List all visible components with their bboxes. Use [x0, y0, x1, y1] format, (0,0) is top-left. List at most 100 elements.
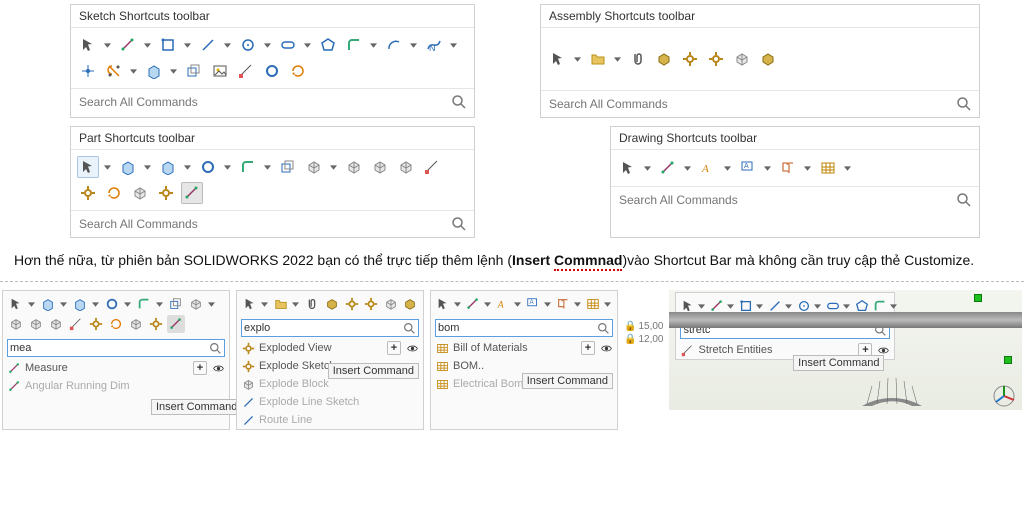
dropdown-caret[interactable]	[369, 34, 377, 56]
tables-tool[interactable]	[817, 157, 839, 179]
add-command-button[interactable]: +	[581, 341, 595, 355]
tables-tool[interactable]	[585, 295, 602, 313]
view-tool[interactable]	[555, 295, 572, 313]
mate-tool[interactable]	[627, 48, 649, 70]
line-tool[interactable]	[197, 34, 219, 56]
circle-tool[interactable]	[237, 34, 259, 56]
search-input[interactable]	[77, 89, 450, 115]
measure-tool[interactable]	[181, 182, 203, 204]
dropdown-caret[interactable]	[103, 156, 111, 178]
reference-geometry-tool[interactable]	[303, 156, 325, 178]
offset-entities-tool[interactable]	[183, 60, 205, 82]
smart-dimension-tool[interactable]	[657, 157, 679, 179]
eye-icon[interactable]	[599, 341, 613, 355]
dropdown-caret[interactable]	[143, 156, 151, 178]
dropdown-caret[interactable]	[303, 34, 311, 56]
sketch-handle[interactable]	[974, 294, 982, 302]
smart-dimension-tool[interactable]	[117, 34, 139, 56]
rib-tool[interactable]	[421, 156, 443, 178]
appearance-tool[interactable]	[87, 315, 105, 333]
search-input[interactable]	[244, 321, 402, 335]
modeling-viewport[interactable]: Stretch Entities + Insert Command	[669, 290, 1022, 410]
dropdown-caret[interactable]	[223, 34, 231, 56]
dropdown-caret[interactable]	[123, 295, 131, 313]
asm-feat-tool[interactable]	[402, 295, 420, 313]
note-tool[interactable]	[525, 295, 542, 313]
dropdown-caret[interactable]	[91, 295, 99, 313]
config-tool[interactable]	[147, 315, 165, 333]
sketch-picture-tool[interactable]	[209, 60, 231, 82]
dropdown-caret[interactable]	[207, 295, 215, 313]
material-tool[interactable]	[127, 315, 145, 333]
search-icon[interactable]	[402, 321, 416, 335]
dropdown-caret[interactable]	[129, 60, 137, 82]
edit-comp-tool[interactable]	[323, 295, 341, 313]
dropdown-caret[interactable]	[803, 157, 811, 179]
dropdown-caret[interactable]	[183, 156, 191, 178]
annotation-tool[interactable]	[495, 295, 512, 313]
convert-entities-tool[interactable]	[287, 60, 309, 82]
config-tool[interactable]	[155, 182, 177, 204]
search-input[interactable]	[438, 321, 596, 335]
edit-material-tool[interactable]	[129, 182, 151, 204]
rebuild-tool[interactable]	[103, 182, 125, 204]
drawing-view-tool[interactable]	[777, 157, 799, 179]
extrude-cut-tool[interactable]	[157, 156, 179, 178]
add-command-button[interactable]: +	[387, 341, 401, 355]
mate-tool[interactable]	[304, 295, 322, 313]
rectangle-tool[interactable]	[157, 34, 179, 56]
add-command-button[interactable]: +	[193, 361, 207, 375]
search-input[interactable]	[10, 341, 208, 355]
search-icon[interactable]	[450, 93, 468, 111]
note-tool[interactable]	[737, 157, 759, 179]
move-comp-tool[interactable]	[343, 295, 361, 313]
dropdown-caret[interactable]	[223, 156, 231, 178]
search-icon[interactable]	[596, 321, 610, 335]
search-icon[interactable]	[450, 215, 468, 233]
measure-tool[interactable]	[167, 315, 185, 333]
dropdown-caret[interactable]	[544, 295, 551, 313]
extrude-tool[interactable]	[39, 295, 57, 313]
model-items-tool[interactable]	[697, 157, 719, 179]
dropdown-caret[interactable]	[155, 295, 163, 313]
trim-tool[interactable]	[103, 60, 125, 82]
search-input[interactable]	[617, 187, 955, 213]
cut-tool[interactable]	[71, 295, 89, 313]
rebuild-tool[interactable]	[107, 315, 125, 333]
edit-component-tool[interactable]	[653, 48, 675, 70]
select-tool[interactable]	[435, 295, 452, 313]
spline-tool[interactable]	[423, 34, 445, 56]
extrude-boss-tool[interactable]	[117, 156, 139, 178]
dropdown-caret[interactable]	[169, 60, 177, 82]
shell-tool[interactable]	[395, 156, 417, 178]
orientation-triad[interactable]	[992, 384, 1016, 408]
dropdown-caret[interactable]	[292, 295, 300, 313]
rotate-comp-tool[interactable]	[362, 295, 380, 313]
insert-comp-tool[interactable]	[272, 295, 290, 313]
dropdown-caret[interactable]	[573, 48, 581, 70]
dropdown-caret[interactable]	[59, 295, 67, 313]
fillet-tool[interactable]	[237, 156, 259, 178]
eye-icon[interactable]	[405, 341, 419, 355]
search-icon[interactable]	[955, 95, 973, 113]
select-tool[interactable]	[7, 295, 25, 313]
polygon-tool[interactable]	[317, 34, 339, 56]
hole-wizard-tool[interactable]	[197, 156, 219, 178]
hidden-comp-tool[interactable]	[382, 295, 400, 313]
assembly-features-tool[interactable]	[757, 48, 779, 70]
rib-tool[interactable]	[67, 315, 85, 333]
mirror-tool[interactable]	[27, 315, 45, 333]
dropdown-caret[interactable]	[27, 295, 35, 313]
dropdown-caret[interactable]	[409, 34, 417, 56]
dropdown-caret[interactable]	[484, 295, 491, 313]
sketch-fillet-tool[interactable]	[343, 34, 365, 56]
dropdown-caret[interactable]	[604, 295, 611, 313]
search-icon[interactable]	[208, 341, 222, 355]
suggestion-row[interactable]: Exploded View +	[237, 339, 423, 357]
point-tool[interactable]	[77, 60, 99, 82]
dropdown-caret[interactable]	[263, 156, 271, 178]
dropdown-caret[interactable]	[143, 34, 151, 56]
sketch-handle[interactable]	[1004, 356, 1012, 364]
ellipse-tool[interactable]	[261, 60, 283, 82]
dropdown-caret[interactable]	[103, 34, 111, 56]
